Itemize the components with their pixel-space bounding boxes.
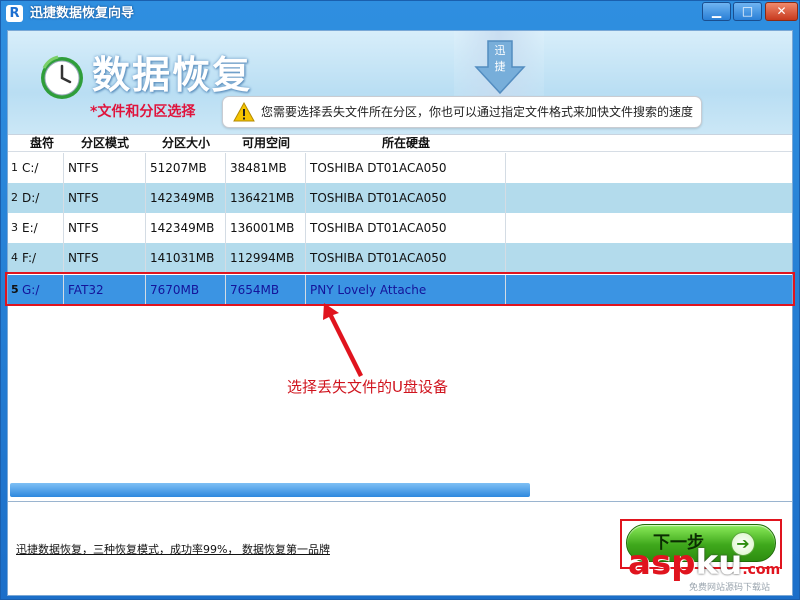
cell-filesystem: NTFS	[64, 213, 146, 243]
row-number: 4	[11, 251, 18, 264]
cell-filesystem: NTFS	[64, 183, 146, 213]
clock-icon	[41, 55, 83, 99]
maximize-button[interactable]: □	[733, 2, 762, 21]
cell-disk: TOSHIBA DT01ACA050	[306, 183, 506, 213]
cell-size: 142349MB	[146, 183, 226, 213]
table-row[interactable]: 4 F:/ NTFS 141031MB 112994MB TOSHIBA DT0…	[8, 243, 792, 273]
cell-drive: D:/	[18, 183, 64, 213]
table-row[interactable]: 1 C:/ NTFS 51207MB 38481MB TOSHIBA DT01A…	[8, 153, 792, 183]
col-header-free[interactable]: 可用空间	[226, 135, 306, 152]
watermark-com: .com	[742, 562, 781, 578]
watermark-subtitle: 免费网站源码下载站	[689, 583, 771, 593]
table-header: 盘符 分区模式 分区大小 可用空间 所在硬盘	[8, 135, 792, 152]
annotation-text: 选择丢失文件的U盘设备	[287, 378, 448, 396]
horizontal-scrollbar[interactable]	[8, 481, 792, 499]
close-button[interactable]: ✕	[765, 2, 798, 21]
cell-filesystem: NTFS	[64, 243, 146, 273]
watermark-ku: ku	[695, 543, 743, 583]
cell-size: 141031MB	[146, 243, 226, 273]
warning-icon	[233, 102, 255, 122]
title-bar[interactable]: R 迅捷数据恢复向导 ▁ □ ✕	[1, 1, 799, 27]
cell-free: 136001MB	[226, 213, 306, 243]
app-window: R 迅捷数据恢复向导 ▁ □ ✕ 迅 捷 数据恢复 *文件和分区选择 您需要选择…	[0, 0, 800, 600]
cell-drive: E:/	[18, 213, 64, 243]
step-label: *文件和分区选择	[90, 104, 196, 120]
header-banner: 迅 捷 数据恢复 *文件和分区选择 您需要选择丢失文件所在分区，你也可以通过指定…	[8, 31, 792, 134]
col-header-disk[interactable]: 所在硬盘	[306, 135, 506, 152]
cell-size: 142349MB	[146, 213, 226, 243]
cell-size: 51207MB	[146, 153, 226, 183]
selection-highlight-frame	[5, 272, 795, 306]
col-header-filesystem[interactable]: 分区模式	[64, 135, 146, 152]
table-row[interactable]: 3 E:/ NTFS 142349MB 136001MB TOSHIBA DT0…	[8, 213, 792, 243]
hint-tooltip: 您需要选择丢失文件所在分区，你也可以通过指定文件格式来加快文件搜索的速度	[222, 96, 702, 128]
cell-disk: TOSHIBA DT01ACA050	[306, 243, 506, 273]
cell-drive: C:/	[18, 153, 64, 183]
scrollbar-thumb[interactable]	[10, 483, 530, 497]
partition-table: 盘符 分区模式 分区大小 可用空间 所在硬盘 1 C:/ NTFS 51207M…	[8, 134, 792, 499]
cell-free: 112994MB	[226, 243, 306, 273]
cell-free: 136421MB	[226, 183, 306, 213]
col-header-size[interactable]: 分区大小	[146, 135, 226, 152]
banner-arrow-char-2: 捷	[495, 59, 506, 73]
minimize-button[interactable]: ▁	[702, 2, 731, 21]
app-logo-icon: R	[6, 5, 23, 22]
cell-filesystem: NTFS	[64, 153, 146, 183]
row-number: 2	[11, 191, 18, 204]
client-area: 迅 捷 数据恢复 *文件和分区选择 您需要选择丢失文件所在分区，你也可以通过指定…	[7, 30, 793, 596]
cell-free: 38481MB	[226, 153, 306, 183]
row-number: 1	[11, 161, 18, 174]
cell-drive: F:/	[18, 243, 64, 273]
banner-title: 数据恢复	[92, 53, 253, 97]
cell-disk: TOSHIBA DT01ACA050	[306, 213, 506, 243]
promo-link[interactable]: 迅捷数据恢复，三种恢复模式，成功率99%， 数据恢复第一品牌	[16, 543, 330, 557]
cell-disk: TOSHIBA DT01ACA050	[306, 153, 506, 183]
col-header-drive[interactable]: 盘符	[22, 135, 62, 152]
watermark-asp: asp	[628, 543, 696, 583]
download-arrow-icon: 迅 捷	[474, 40, 526, 95]
table-row[interactable]: 2 D:/ NTFS 142349MB 136421MB TOSHIBA DT0…	[8, 183, 792, 213]
hint-text: 您需要选择丢失文件所在分区，你也可以通过指定文件格式来加快文件搜索的速度	[261, 105, 694, 119]
window-title: 迅捷数据恢复向导	[30, 6, 135, 21]
banner-arrow-char-1: 迅	[495, 44, 506, 57]
row-number: 3	[11, 221, 18, 234]
